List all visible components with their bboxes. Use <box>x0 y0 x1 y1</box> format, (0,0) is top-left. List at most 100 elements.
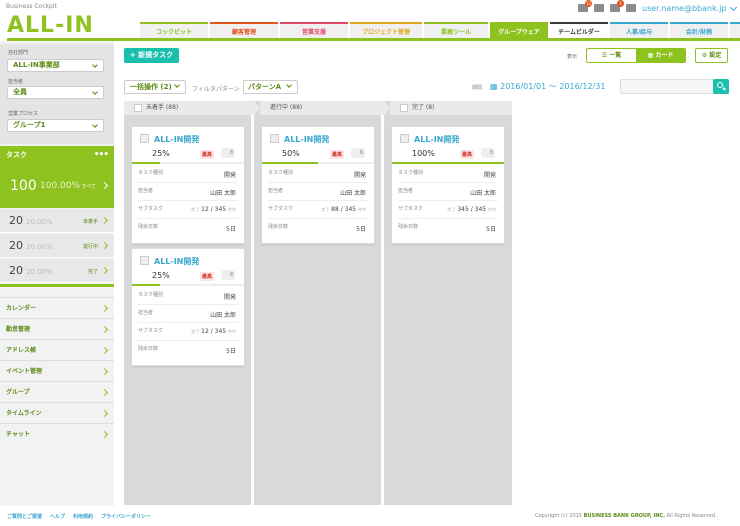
done-label: 完了 <box>447 207 456 212</box>
search-button[interactable] <box>713 79 729 94</box>
filter-pattern-dropdown[interactable]: パターンA <box>243 80 298 94</box>
chevron-right-icon <box>100 430 109 439</box>
subtask-done: 88 <box>331 206 339 213</box>
period-picker[interactable]: ▦ 2016/01/01 〜 2016/12/31 <box>490 81 605 92</box>
chevron-right-icon <box>100 241 109 250</box>
card-title[interactable]: ALL-IN開発 <box>284 134 329 145</box>
footer-link[interactable]: 利用規約 <box>73 513 93 520</box>
assignee-select[interactable]: 全員 <box>7 86 104 99</box>
footer-link[interactable]: プライバシーポリシー <box>101 513 151 520</box>
list-view-button[interactable]: ☰ 一覧 <box>587 49 636 62</box>
card-view-button[interactable]: ▦ カード <box>636 49 685 62</box>
column-checkbox[interactable] <box>134 104 142 112</box>
sidebar-menu-item[interactable]: チャット <box>0 423 114 444</box>
card-checkbox[interactable] <box>140 256 149 265</box>
tab-0[interactable]: コックピット <box>140 22 208 38</box>
task-stat-not-started[interactable]: 20 20.00% 未着手 <box>0 209 114 233</box>
tab-3[interactable]: プロジェクト管理 <box>350 22 422 38</box>
top-navigation: コックピット 顧客管理 営業支援 プロジェクト管理 業務ツール グループウェア チームビルダ… <box>140 22 740 38</box>
column-divider <box>381 115 384 505</box>
message-icon[interactable]: 4 <box>610 0 624 12</box>
tab-4[interactable]: 業務ツール <box>424 22 488 38</box>
tab-9[interactable]: 販売/仕入/在庫 <box>730 22 740 38</box>
sidebar-menu-item[interactable]: タイムライン <box>0 402 114 423</box>
chevron-down-icon <box>92 122 98 128</box>
column-checkbox[interactable] <box>400 104 408 112</box>
card-row-type: タスク種別 開発 <box>268 169 368 183</box>
footer-link[interactable]: ご質問とご要望 <box>7 513 42 520</box>
search-icon-handle <box>722 87 727 91</box>
task-card[interactable]: ALL-IN開発 50% 最高 8 タスク種別 開発 担当者 山田 太郎 サブタスク 完了 88 … <box>261 126 375 244</box>
card-checkbox[interactable] <box>270 134 279 143</box>
card-title[interactable]: ALL-IN開発 <box>414 134 459 145</box>
attachment-icon[interactable]: 8 <box>221 270 235 280</box>
download-icon[interactable] <box>626 4 636 12</box>
sidebar-menu-item[interactable]: グループ <box>0 381 114 402</box>
card-checkbox[interactable] <box>140 134 149 143</box>
subtask-done: 345 <box>457 206 469 213</box>
row-label: 残余日数 <box>398 224 419 230</box>
sidebar-menu-item[interactable]: イベント管理 <box>0 360 114 381</box>
attachment-icon[interactable]: 8 <box>221 148 235 158</box>
chevron-right-icon <box>100 216 109 225</box>
assignee-value: 全員 <box>13 88 27 96</box>
chevron-down-icon <box>286 82 292 88</box>
card-row-days: 残余日数 5日 <box>138 345 238 359</box>
column-header-not-started[interactable]: 未着手 (88) <box>124 101 254 115</box>
card-title[interactable]: ALL-IN開発 <box>154 256 199 267</box>
company-select[interactable]: ALL-IN事業部 <box>7 59 104 72</box>
company-value: ALL-IN事業部 <box>13 61 60 69</box>
row-value: 開発 <box>223 172 236 179</box>
attachment-icon[interactable]: 8 <box>481 148 495 158</box>
priority-badge: 最高 <box>200 272 215 281</box>
footer-link[interactable]: ヘルプ <box>50 513 65 520</box>
settings-button[interactable]: ⚙ 設定 <box>695 48 728 63</box>
sidebar-menu-item[interactable]: アドレス帳 <box>0 339 114 360</box>
mail-icon[interactable] <box>594 4 604 12</box>
copyright: Copyright (c) 2015 BUSINESS BANK GROUP, … <box>535 513 717 519</box>
bulk-action-dropdown[interactable]: 一括操作 (2) <box>124 80 186 94</box>
new-task-button[interactable]: + 新規タスク <box>124 48 179 63</box>
sidebar-menu-item[interactable]: 勤怠管理 <box>0 318 114 339</box>
notification-icon[interactable]: 12 <box>578 0 592 12</box>
search-input[interactable] <box>620 79 714 94</box>
task-stat-done[interactable]: 20 20.00% 完了 <box>0 259 114 283</box>
row-value: 5日 <box>356 226 366 233</box>
row-label: サブタスク <box>268 206 294 212</box>
more-icon[interactable]: ••• <box>94 146 109 164</box>
task-total-filter[interactable]: 100 100.00% すべて <box>0 164 114 208</box>
chevron-down-icon <box>174 82 180 88</box>
attachment-icon[interactable]: 8 <box>351 148 365 158</box>
message-badge: 4 <box>617 0 624 7</box>
tab-2[interactable]: 営業支援 <box>280 22 348 38</box>
user-menu[interactable]: user.name@bbank.jp <box>642 3 737 13</box>
column-header-done[interactable]: 完了 (8) <box>390 101 512 115</box>
task-stat-in-progress[interactable]: 20 20.00% 進行中 <box>0 234 114 258</box>
app-logo[interactable]: ALL-IN <box>7 12 94 40</box>
card-title[interactable]: ALL-IN開発 <box>154 134 199 145</box>
tab-6[interactable]: チームビルダー <box>550 22 608 38</box>
column-header-in-progress[interactable]: 進行中 (88) <box>260 101 384 115</box>
row-value: 完了 88 / 345 件中 <box>321 206 366 213</box>
tab-8[interactable]: 会計/財務 <box>670 22 728 38</box>
chevron-right-icon <box>100 367 109 376</box>
column-title: 未着手 (88) <box>146 104 179 111</box>
bulk-action-label: 一括操作 (2) <box>130 83 172 91</box>
column-title: 完了 (8) <box>412 104 435 111</box>
card-checkbox[interactable] <box>400 134 409 143</box>
task-card[interactable]: ALL-IN開発 25% 最高 8 タスク種別 開発 担当者 山田 太郎 サブタスク 完了 12 … <box>131 126 245 244</box>
tab-5[interactable]: グループウェア <box>490 22 548 38</box>
view-label: 表示 <box>567 54 578 60</box>
notification-badge: 12 <box>585 0 592 7</box>
tab-7[interactable]: 人事/給与 <box>610 22 668 38</box>
task-card[interactable]: ALL-IN開発 100% 最高 8 タスク種別 開発 担当者 山田 太郎 サブタスク 完了 34… <box>391 126 505 244</box>
task-card[interactable]: ALL-IN開発 25% 最高 8 タスク種別 開発 担当者 山田 太郎 サブタスク 完了 12 … <box>131 248 245 366</box>
process-select[interactable]: グループ1 <box>7 119 104 132</box>
tab-1[interactable]: 顧客管理 <box>210 22 278 38</box>
filter-pattern-label: フィルタパターン <box>192 86 240 93</box>
column-divider <box>251 115 254 505</box>
row-label: タスク種別 <box>138 292 164 298</box>
card-percent: 50% <box>282 149 300 158</box>
sidebar-menu-item[interactable]: カレンダー <box>0 297 114 318</box>
menu-item-label: 勤怠管理 <box>6 326 31 333</box>
